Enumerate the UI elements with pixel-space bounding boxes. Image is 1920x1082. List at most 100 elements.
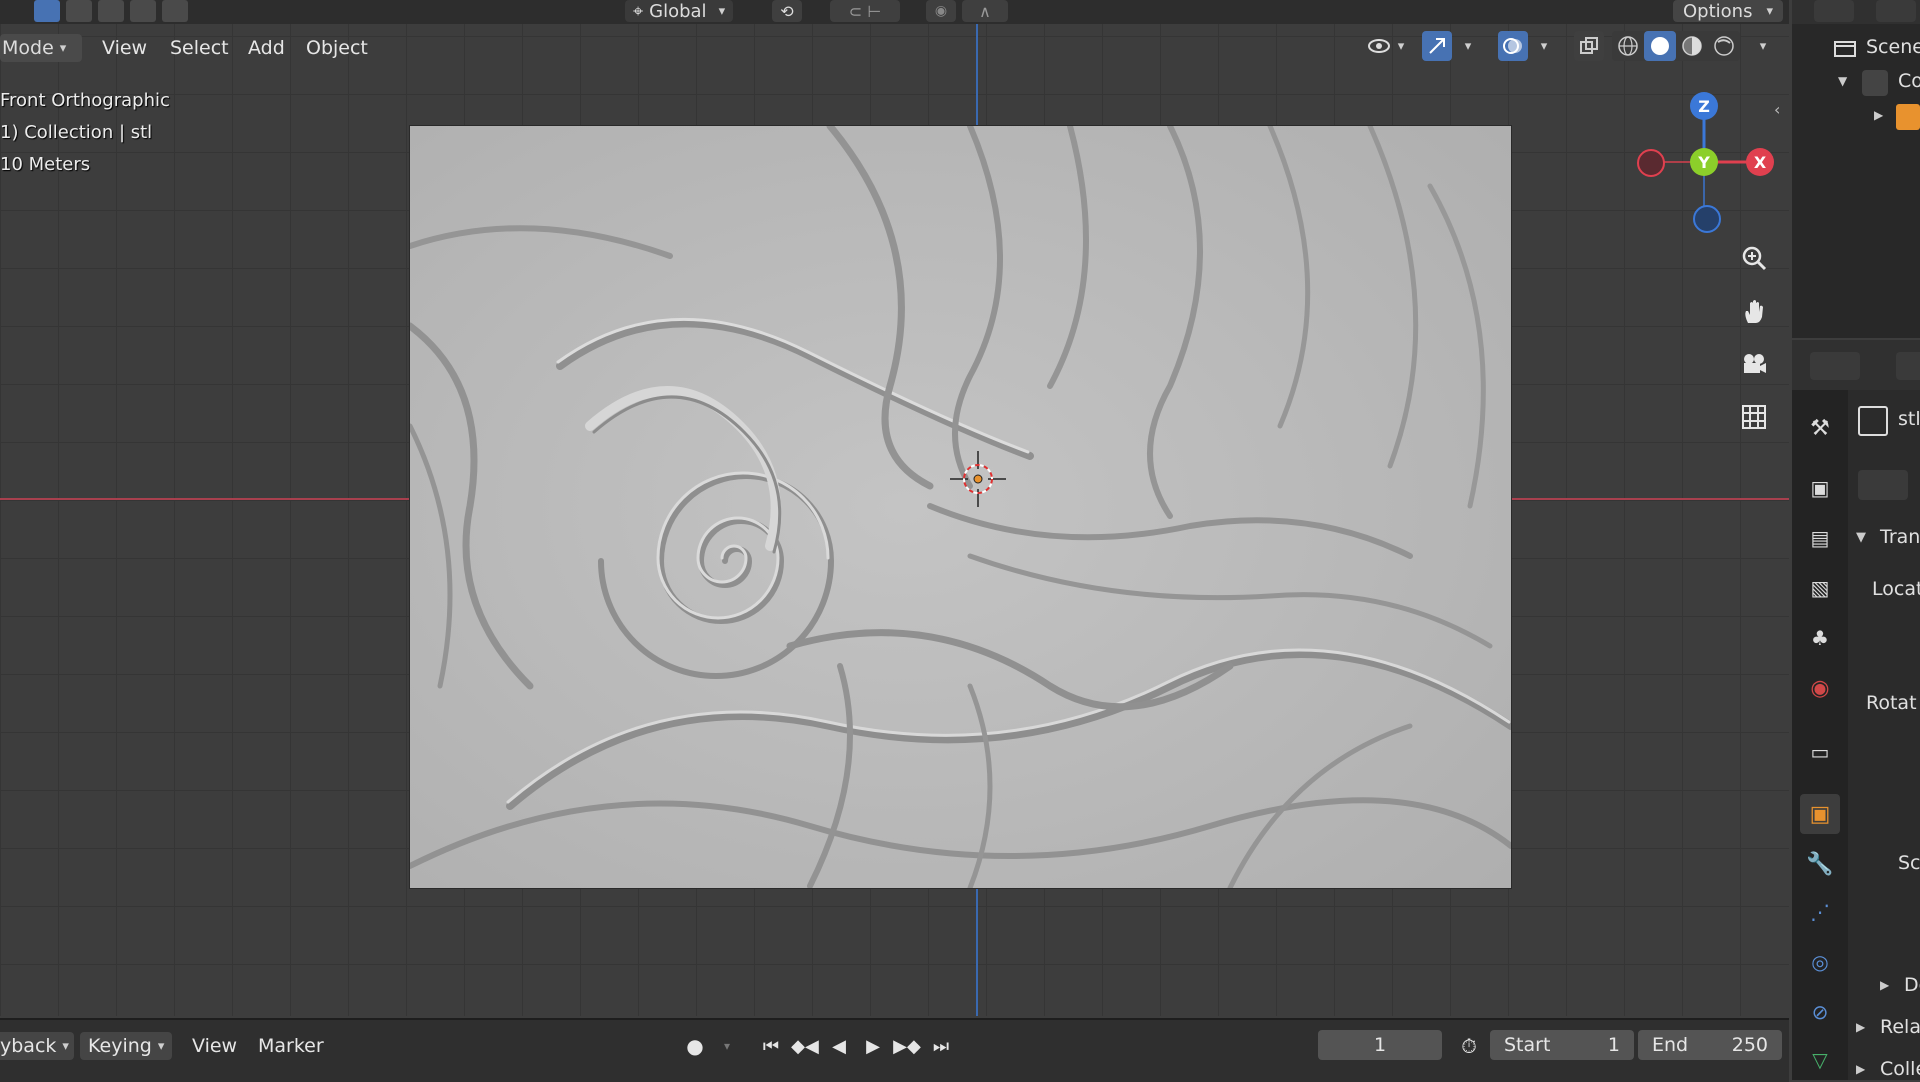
sidebar-toggle-chevron-icon[interactable]: ‹: [1774, 100, 1780, 119]
stopwatch-icon: ⏱: [1461, 1034, 1477, 1058]
proportional-edit-toggle[interactable]: ◉: [926, 0, 956, 22]
tab-view-layer[interactable]: ▧: [1800, 568, 1840, 608]
tab-object[interactable]: ▣: [1800, 794, 1840, 834]
tab-physics[interactable]: ◎: [1800, 942, 1840, 982]
editor-type-dropdown[interactable]: [1814, 0, 1854, 22]
current-frame-field[interactable]: 1: [1318, 1030, 1442, 1060]
gizmo-neg-x-axis[interactable]: [1637, 149, 1665, 177]
expand-triangle-icon[interactable]: ▶: [1856, 1062, 1865, 1076]
panel-header-collections[interactable]: Colle: [1880, 1058, 1920, 1080]
outliner-row-collection[interactable]: Co: [1898, 70, 1920, 92]
object-icon: ▣: [1809, 801, 1831, 827]
menu-select[interactable]: Select: [170, 34, 229, 62]
auto-keying-toggle[interactable]: ●: [680, 1032, 710, 1060]
mode-label: Mode: [2, 37, 54, 59]
tab-particles[interactable]: ⋰: [1800, 892, 1840, 932]
tab-scene[interactable]: ♣: [1800, 618, 1840, 658]
overlays-options-dropdown[interactable]: ▾: [1530, 31, 1552, 61]
gizmo-y-axis[interactable]: Y: [1690, 148, 1718, 176]
zoom-button[interactable]: [1734, 238, 1774, 278]
tab-data[interactable]: ▽: [1800, 1040, 1840, 1080]
gizmo-x-axis[interactable]: X: [1746, 148, 1774, 176]
object-visibility-dropdown[interactable]: ▾: [1360, 31, 1410, 61]
outliner-row-scene[interactable]: Scene: [1866, 36, 1920, 58]
tab-output[interactable]: ▤: [1800, 518, 1840, 558]
use-preview-range-toggle[interactable]: ⏱: [1454, 1032, 1484, 1060]
object-type-icon: [1858, 406, 1888, 436]
camera-view-button[interactable]: [1734, 344, 1774, 384]
mode-dropdown[interactable]: Mode ▾: [0, 34, 82, 62]
panel-header-transform[interactable]: Tran: [1880, 526, 1920, 548]
gizmo-options-dropdown[interactable]: ▾: [1454, 31, 1476, 61]
object-browse-dropdown[interactable]: [1858, 470, 1908, 500]
end-frame-field[interactable]: End 250: [1638, 1030, 1782, 1060]
select-box-mode-intersect[interactable]: [162, 0, 188, 22]
jump-to-end-button[interactable]: ⏭: [926, 1032, 956, 1060]
keying-options-dropdown[interactable]: ▾: [712, 1032, 742, 1060]
panel-header-relations[interactable]: Rela: [1880, 1016, 1920, 1038]
object-name-field[interactable]: stl: [1898, 408, 1920, 430]
shading-options-dropdown[interactable]: ▾: [1748, 31, 1772, 61]
timeline-menu-view[interactable]: View: [192, 1032, 237, 1060]
menu-object[interactable]: Object: [306, 34, 368, 62]
tab-collection[interactable]: ▭: [1800, 732, 1840, 772]
jump-end-icon: ⏭: [932, 1035, 950, 1057]
mesh-data-icon: ▽: [1812, 1048, 1828, 1072]
pan-button[interactable]: [1734, 291, 1774, 331]
start-frame-field[interactable]: Start 1: [1490, 1030, 1634, 1060]
menu-view[interactable]: View: [102, 34, 147, 62]
play-reverse-button[interactable]: ◀: [824, 1032, 854, 1060]
expand-triangle-icon[interactable]: ▶: [1856, 1020, 1865, 1034]
orientation-label: Global: [649, 0, 707, 22]
gizmo-neg-z-axis[interactable]: [1693, 205, 1721, 233]
transform-orientation-dropdown[interactable]: ⌖ Global ▾: [625, 0, 734, 22]
pivot-point-dropdown[interactable]: ⟲: [772, 0, 802, 22]
jump-to-start-button[interactable]: ⏮: [756, 1032, 786, 1060]
view-layer-icon: ▧: [1810, 576, 1830, 600]
ortho-toggle-button[interactable]: [1734, 397, 1774, 437]
start-value: 1: [1607, 1034, 1620, 1056]
jump-to-next-keyframe-button[interactable]: ▶◆: [892, 1032, 922, 1060]
options-dropdown[interactable]: Options ▾: [1673, 0, 1783, 22]
tab-modifiers[interactable]: 🔧: [1800, 844, 1840, 884]
solid-shading-button[interactable]: [1644, 31, 1676, 61]
tab-render[interactable]: ▣: [1800, 468, 1840, 508]
jump-to-prev-keyframe-button[interactable]: ◆◀: [790, 1032, 820, 1060]
wireframe-shading-button[interactable]: [1612, 31, 1644, 61]
falloff-dropdown[interactable]: ∧: [962, 0, 1008, 22]
expand-triangle-icon[interactable]: ▼: [1856, 530, 1866, 545]
timeline-menu-marker[interactable]: Marker: [258, 1032, 324, 1060]
material-preview-shading-button[interactable]: [1676, 31, 1708, 61]
expand-triangle-icon[interactable]: ▶: [1874, 108, 1883, 122]
display-mode-dropdown[interactable]: [1876, 0, 1916, 22]
expand-triangle-icon[interactable]: ▼: [1838, 74, 1847, 88]
end-label: End: [1652, 1034, 1689, 1056]
gizmo-z-axis[interactable]: Z: [1690, 92, 1718, 120]
tab-world[interactable]: ◉: [1800, 668, 1840, 708]
expand-triangle-icon[interactable]: ▶: [1880, 978, 1889, 992]
select-box-mode-new[interactable]: [34, 0, 60, 22]
tab-tool[interactable]: ⚒: [1800, 408, 1840, 448]
mesh-object-icon[interactable]: [1896, 104, 1920, 130]
relief-mesh-object[interactable]: [410, 126, 1511, 888]
3d-cursor[interactable]: [950, 451, 1006, 507]
snap-dropdown[interactable]: ⊂ ⊢: [830, 0, 900, 22]
chevron-down-icon: ▾: [157, 1038, 165, 1054]
play-button[interactable]: ▶: [858, 1032, 888, 1060]
collection-object-label: 1) Collection | stl: [0, 122, 153, 143]
select-box-mode-extend[interactable]: [66, 0, 92, 22]
select-box-mode-invert[interactable]: [130, 0, 156, 22]
panel-header-delta[interactable]: De: [1904, 974, 1920, 996]
xray-toggle[interactable]: [1574, 31, 1604, 61]
playback-dropdown[interactable]: yback ▾: [0, 1032, 74, 1060]
tab-constraints[interactable]: ⊘: [1800, 992, 1840, 1032]
keying-dropdown[interactable]: Keying ▾: [80, 1032, 172, 1060]
overlays-toggle[interactable]: [1498, 31, 1528, 61]
menu-add[interactable]: Add: [248, 34, 285, 62]
gizmo-toggle[interactable]: [1422, 31, 1452, 61]
properties-editor-type-dropdown[interactable]: [1810, 352, 1860, 380]
select-box-mode-subtract[interactable]: [98, 0, 124, 22]
rendered-shading-button[interactable]: [1708, 31, 1740, 61]
chevron-down-icon: ▾: [1397, 38, 1405, 54]
properties-search-field[interactable]: [1896, 352, 1920, 380]
